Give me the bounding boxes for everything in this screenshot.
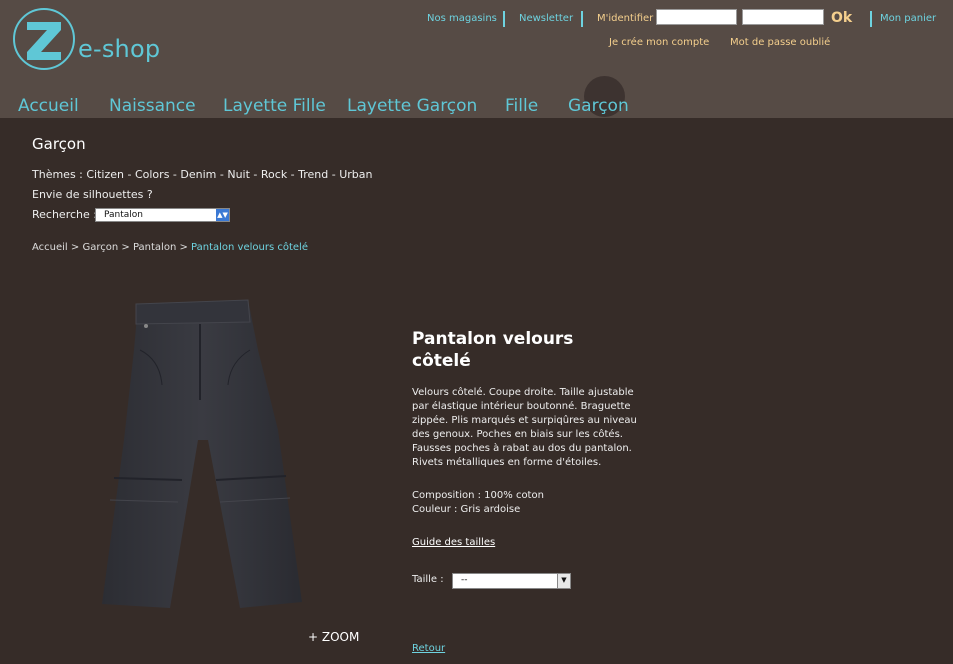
login-password-field[interactable] — [742, 9, 824, 25]
login-label: M'identifier — [597, 13, 654, 24]
product-composition: Composition : 100% coton — [412, 490, 544, 501]
nav-item-garcon[interactable]: Garçon — [568, 96, 629, 116]
product-color: Couleur : Gris ardoise — [412, 504, 521, 515]
chevron-down-icon[interactable]: ▲▼ — [216, 209, 229, 221]
product-title: Pantalon velours côtelé — [412, 329, 574, 371]
size-select[interactable]: -- ▼ — [452, 573, 571, 589]
breadcrumb-subcategory[interactable]: Pantalon — [133, 242, 176, 253]
product-description: Velours côtelé. Coupe droite. Taille aju… — [412, 387, 637, 468]
cart-link[interactable]: Mon panier — [880, 13, 936, 24]
breadcrumb-category[interactable]: Garçon — [82, 242, 118, 253]
divider — [503, 11, 505, 27]
nav-item-fille[interactable]: Fille — [505, 96, 538, 116]
stores-link[interactable]: Nos magasins — [427, 13, 497, 24]
theme-link[interactable]: Trend — [298, 168, 328, 181]
create-account-link[interactable]: Je crée mon compte — [609, 37, 709, 48]
size-guide-link[interactable]: Guide des tailles — [412, 537, 495, 548]
logo[interactable] — [13, 8, 75, 70]
section-title: Garçon — [32, 135, 86, 153]
breadcrumb-current: Pantalon velours côtelé — [191, 242, 308, 253]
themes-list: Thèmes : Citizen - Colors - Denim - Nuit… — [32, 168, 373, 181]
theme-link[interactable]: Urban — [339, 168, 372, 181]
logo-z-icon — [27, 22, 61, 60]
size-label: Taille : — [412, 574, 444, 585]
theme-link[interactable]: Nuit — [227, 168, 250, 181]
search-select-value: Pantalon — [104, 210, 143, 220]
search-label: Recherche : — [32, 208, 97, 221]
product-image[interactable] — [90, 290, 325, 620]
theme-link[interactable]: Denim — [180, 168, 216, 181]
newsletter-link[interactable]: Newsletter — [519, 13, 573, 24]
themes-label: Thèmes : — [32, 168, 83, 181]
breadcrumb-home[interactable]: Accueil — [32, 242, 68, 253]
header: e-shop Nos magasins Newsletter M'identif… — [0, 0, 953, 118]
nav-item-accueil[interactable]: Accueil — [18, 96, 79, 116]
nav-item-naissance[interactable]: Naissance — [109, 96, 196, 116]
nav-item-layette-fille[interactable]: Layette Fille — [223, 96, 326, 116]
chevron-down-icon[interactable]: ▼ — [557, 574, 570, 588]
zoom-button[interactable]: + ZOOM — [308, 630, 359, 644]
theme-link[interactable]: Rock — [261, 168, 287, 181]
divider — [870, 11, 872, 27]
nav-item-layette-garcon[interactable]: Layette Garçon — [347, 96, 477, 116]
login-email-field[interactable] — [656, 9, 737, 25]
divider — [581, 11, 583, 27]
forgot-password-link[interactable]: Mot de passe oublié — [730, 37, 830, 48]
back-link[interactable]: Retour — [412, 643, 445, 654]
breadcrumb: Accueil > Garçon > Pantalon > Pantalon v… — [32, 242, 308, 253]
search-select[interactable]: Pantalon ▲▼ — [95, 208, 230, 222]
theme-link[interactable]: Colors — [135, 168, 169, 181]
silhouettes-link[interactable]: Envie de silhouettes ? — [32, 188, 153, 201]
size-select-value: -- — [461, 575, 468, 585]
login-ok-button[interactable]: Ok — [831, 10, 852, 26]
theme-link[interactable]: Citizen — [86, 168, 124, 181]
logo-text[interactable]: e-shop — [78, 35, 160, 63]
